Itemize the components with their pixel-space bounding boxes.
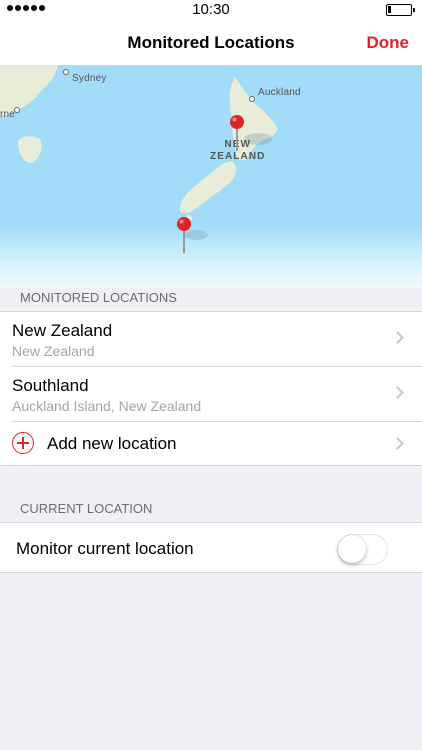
monitored-locations-list: New Zealand New Zealand Southland Auckla… (0, 311, 422, 466)
status-bar: 10:30 (0, 0, 422, 20)
monitor-current-location-toggle[interactable] (337, 534, 388, 565)
map-land (0, 65, 278, 240)
done-button[interactable]: Done (367, 33, 410, 53)
location-subtitle: Auckland Island, New Zealand (12, 398, 202, 414)
map-label-sydney: Sydney (72, 73, 107, 84)
section-header-monitored: MONITORED LOCATIONS (20, 290, 177, 305)
section-header-current: CURRENT LOCATION (20, 501, 153, 516)
page-title: Monitored Locations (127, 33, 295, 52)
add-location-label: Add new location (47, 434, 177, 453)
map-pin-icon[interactable] (174, 215, 194, 255)
navigation-bar: Monitored Locations Done (0, 20, 422, 65)
map-label-auckland: Auckland (258, 87, 301, 98)
location-title: New Zealand (12, 321, 113, 340)
location-row[interactable]: New Zealand New Zealand (12, 312, 422, 367)
map-label-partial: rne (0, 109, 16, 120)
monitor-current-location-label: Monitor current location (16, 539, 194, 558)
add-location-button[interactable]: Add new location (12, 422, 422, 465)
chevron-right-icon (391, 386, 404, 399)
monitor-current-location-row: Monitor current location (0, 523, 422, 572)
battery-icon (386, 4, 415, 16)
chevron-right-icon (391, 331, 404, 344)
location-row[interactable]: Southland Auckland Island, New Zealand (12, 367, 422, 422)
toggle-knob (338, 535, 366, 563)
location-subtitle: New Zealand (12, 343, 95, 359)
location-title: Southland (12, 376, 89, 395)
current-location-list: Monitor current location (0, 522, 422, 573)
map-pin-icon[interactable] (227, 113, 247, 153)
chevron-right-icon (391, 437, 404, 450)
plus-circle-icon (12, 432, 34, 454)
auckland-dot (249, 96, 255, 102)
sydney-dot (63, 69, 69, 75)
map-view[interactable]: Sydney Auckland rne NEW ZEALAND (0, 65, 422, 288)
status-time: 10:30 (192, 1, 230, 18)
